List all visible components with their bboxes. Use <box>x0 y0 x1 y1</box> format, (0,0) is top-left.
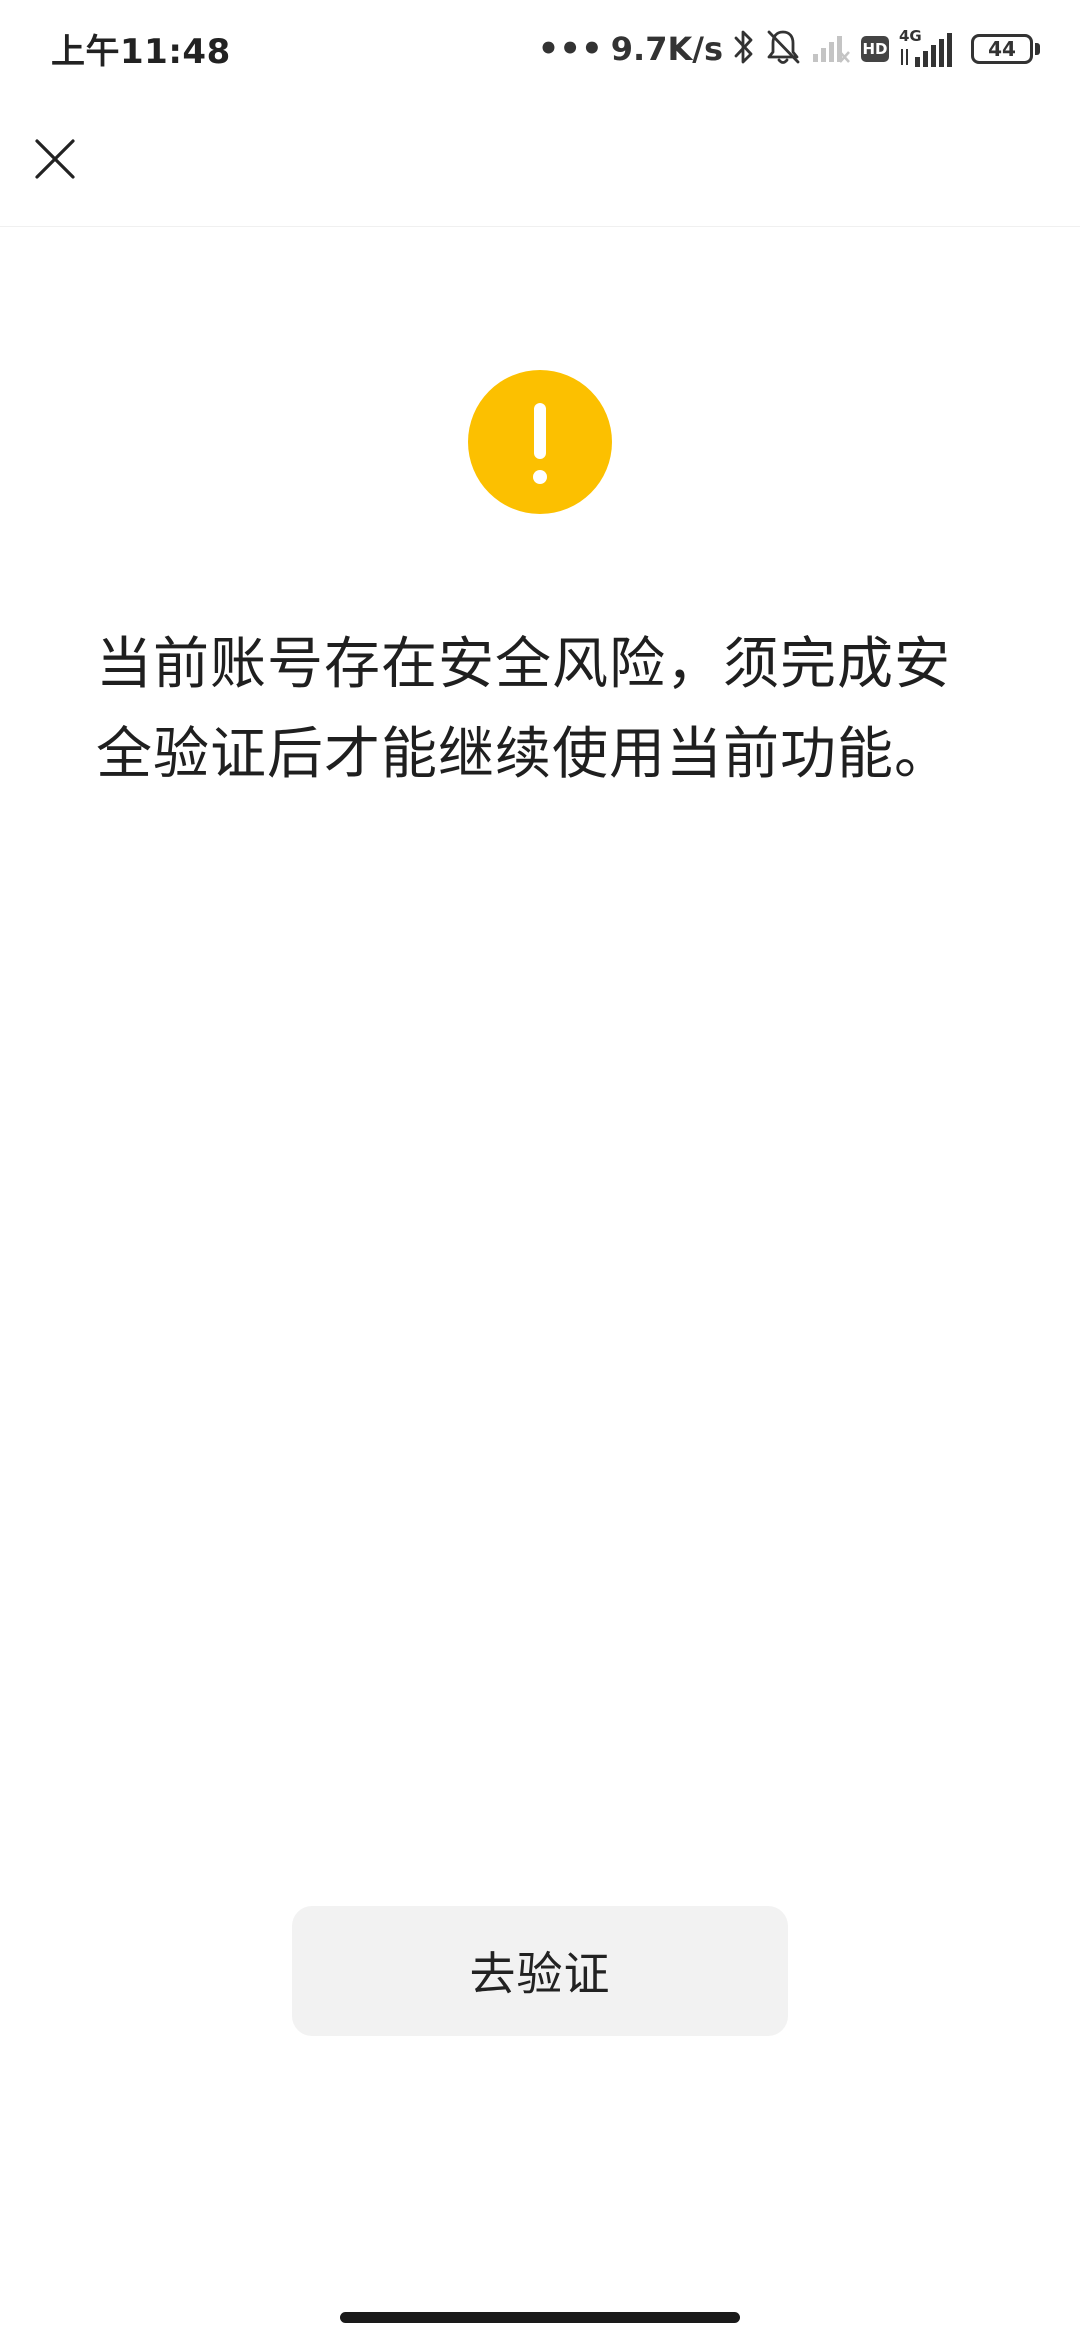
exclamation-icon <box>468 370 612 514</box>
battery-cap <box>1035 43 1040 55</box>
status-time: 上午11:48 <box>51 32 231 72</box>
security-risk-screen: 上午11:48 ••• 9.7K/s HD 4G 44 当前账号存在安全风险，须… <box>0 0 1080 2340</box>
signal-weak-icon <box>811 30 851 68</box>
network-speed: 9.7K/s <box>610 30 723 68</box>
battery-icon: 44 <box>971 34 1040 64</box>
bluetooth-icon <box>733 29 755 69</box>
nav-bar <box>0 96 1080 227</box>
more-notifications-icon: ••• <box>537 29 603 69</box>
bell-muted-icon <box>765 28 801 70</box>
close-button[interactable] <box>22 126 88 192</box>
security-warning-message: 当前账号存在安全风险，须完成安 全验证后才能继续使用当前功能。 <box>96 620 996 800</box>
message-line-2: 全验证后才能继续使用当前功能。 <box>96 722 951 787</box>
close-icon <box>35 139 75 179</box>
signal-4g-icon: 4G <box>899 27 961 71</box>
hd-icon: HD <box>861 36 889 62</box>
exclamation-dot <box>533 470 547 484</box>
battery-level: 44 <box>971 34 1033 64</box>
status-bar: 上午11:48 ••• 9.7K/s HD 4G 44 <box>0 0 1080 96</box>
home-indicator[interactable] <box>340 2312 740 2323</box>
exclamation-bar <box>534 403 546 459</box>
status-icons: ••• 9.7K/s HD 4G 44 <box>538 24 1040 74</box>
message-line-1: 当前账号存在安全风险，须完成安 <box>96 632 951 697</box>
verify-button[interactable]: 去验证 <box>292 1906 788 2036</box>
